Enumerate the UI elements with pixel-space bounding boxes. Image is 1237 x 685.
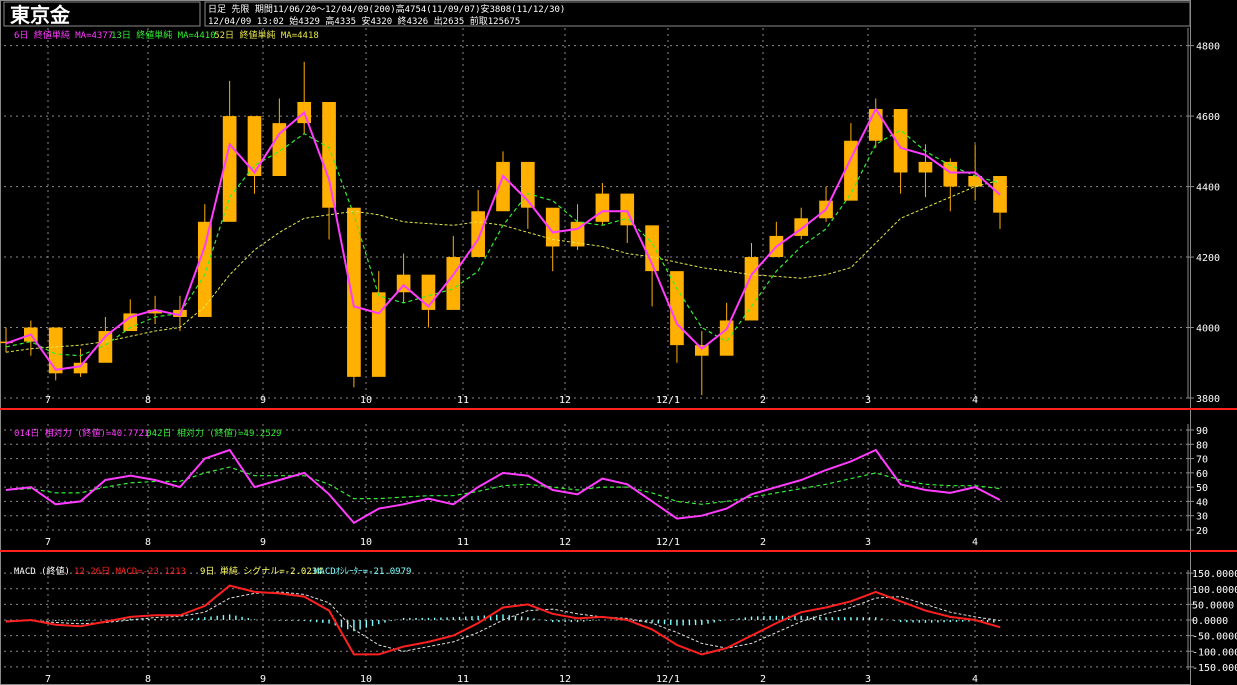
rsi-tick-label: 80 (1196, 440, 1208, 451)
macd-x-axis-label: 11 (457, 674, 469, 685)
rsi-tick-label: 70 (1196, 455, 1208, 466)
rsi-x-axis-label: 12 (559, 537, 571, 548)
price-tick-label: 4800 (1196, 42, 1220, 53)
rsi-x-axis-label: 10 (360, 537, 372, 548)
macd-x-axis-label: 3 (865, 674, 871, 685)
rsi-layer (5, 448, 1001, 525)
rsi-x-axis-label: 9 (260, 537, 266, 548)
candle-body (694, 345, 709, 356)
price-x-axis-label: 7 (45, 395, 51, 406)
price-layer (0, 61, 1007, 396)
macd-x-axis-label: 7 (45, 674, 51, 685)
ma-legend: 6日 終値単純 MA=4377 (14, 29, 113, 41)
price-x-axis-label: 12/1 (656, 395, 680, 406)
rsi-tick-label: 40 (1196, 497, 1208, 508)
stock-chart: 東京金 日足 先限 期間11/06/20〜12/04/09(200)高4754(… (0, 0, 1237, 685)
rsi-legend: 042日 相対力 (終値)=49.2529 (146, 427, 281, 439)
candle-body (446, 257, 461, 310)
rsi-tick-label: 30 (1196, 512, 1208, 523)
price-x-axis-label: 9 (260, 395, 266, 406)
macd-tick-label: 100.0000 (1192, 585, 1237, 596)
header-info-line-2: 12/04/09 13:02 始4329 高4335 安4320 終4326 出… (208, 15, 520, 27)
candle-body (73, 362, 88, 374)
rsi-x-axis-label: 3 (865, 537, 871, 548)
price-x-axis-label: 12 (559, 395, 571, 406)
candle-body (347, 207, 361, 377)
rsi-x-axis-label: 11 (457, 537, 469, 548)
candle-body (918, 161, 933, 173)
rsi-short-line (5, 448, 1001, 525)
macd-legend: MACD (終値) (14, 565, 70, 577)
header-info-line-1: 日足 先限 期間11/06/20〜12/04/09(200)高4754(11/0… (208, 3, 565, 15)
rsi-tick-label: 50 (1196, 483, 1208, 494)
macd-x-axis-label: 2 (760, 674, 766, 685)
macd-tick-label: -150.0000 (1192, 663, 1237, 674)
rsi-tick-label: 20 (1196, 526, 1208, 537)
macd-tick-label: 50.0000 (1192, 600, 1234, 611)
macd-x-axis-label: 9 (260, 674, 266, 685)
candle-body (222, 116, 237, 222)
rsi-x-axis-label: 12/1 (656, 537, 680, 548)
rsi-tick-label: 90 (1196, 426, 1208, 437)
candle-body (197, 221, 212, 317)
price-tick-label: 4200 (1196, 253, 1220, 264)
macd-x-axis-label: 4 (972, 674, 978, 685)
rsi-tick-label: 60 (1196, 469, 1208, 480)
ma-legend: 13日 終値単純 MA=4410 (111, 29, 216, 41)
price-tick-label: 4600 (1196, 112, 1220, 123)
price-x-axis-label: 11 (457, 395, 469, 406)
price-x-axis-label: 10 (360, 395, 372, 406)
price-x-axis-label: 8 (145, 395, 151, 406)
macd-x-axis-label: 12 (559, 674, 571, 685)
chart-frame (0, 0, 1191, 685)
macd-legend: 9日 単純 シグナル=-2.0234 (200, 565, 323, 577)
candle-body (744, 257, 759, 321)
candle-body (371, 292, 386, 377)
ma-legend: 52日 終値単純 MA=4418 (214, 29, 319, 41)
macd-x-axis-label: 12/1 (656, 674, 680, 685)
macd-legend: 12-26日 MACD=-23.1213 (74, 566, 186, 577)
macd-tick-label: 0.0000 (1192, 616, 1228, 627)
macd-legend: MACDｵｼﾚｰﾀｰ=-21.0979 (314, 566, 411, 577)
macd-x-axis-label: 8 (145, 674, 151, 685)
price-x-axis-label: 2 (760, 395, 766, 406)
rsi-x-axis-label: 8 (145, 537, 151, 548)
label-layer: 4800460044004200400038006日 終値単純 MA=43771… (14, 29, 1237, 685)
chart-title: 東京金 (10, 3, 71, 27)
price-x-axis-label: 4 (972, 395, 978, 406)
macd-tick-label: 150.0000 (1192, 569, 1237, 580)
price-tick-label: 4400 (1196, 183, 1220, 194)
macd-tick-label: -100.0000 (1192, 647, 1237, 658)
rsi-x-axis-label: 2 (760, 537, 766, 548)
rsi-x-axis-label: 4 (972, 537, 978, 548)
macd-x-axis-label: 10 (360, 674, 372, 685)
candle-body (322, 102, 336, 208)
price-tick-label: 4000 (1196, 324, 1220, 335)
candle-body (719, 320, 734, 356)
candle-body (48, 327, 63, 374)
rsi-x-axis-label: 7 (45, 537, 51, 548)
candle-body (471, 211, 485, 258)
macd-tick-label: -50.0000 (1192, 632, 1237, 643)
candle-body (670, 271, 684, 346)
macd-layer (5, 584, 1001, 656)
rsi-legend: 014日 相対力 (終値)=40.7721 (14, 427, 149, 439)
candle-body (272, 123, 287, 176)
candle-body (421, 274, 436, 310)
price-tick-label: 3800 (1196, 394, 1220, 405)
price-x-axis-label: 3 (865, 395, 871, 406)
candle-body (595, 193, 610, 222)
candle-body (868, 109, 883, 141)
